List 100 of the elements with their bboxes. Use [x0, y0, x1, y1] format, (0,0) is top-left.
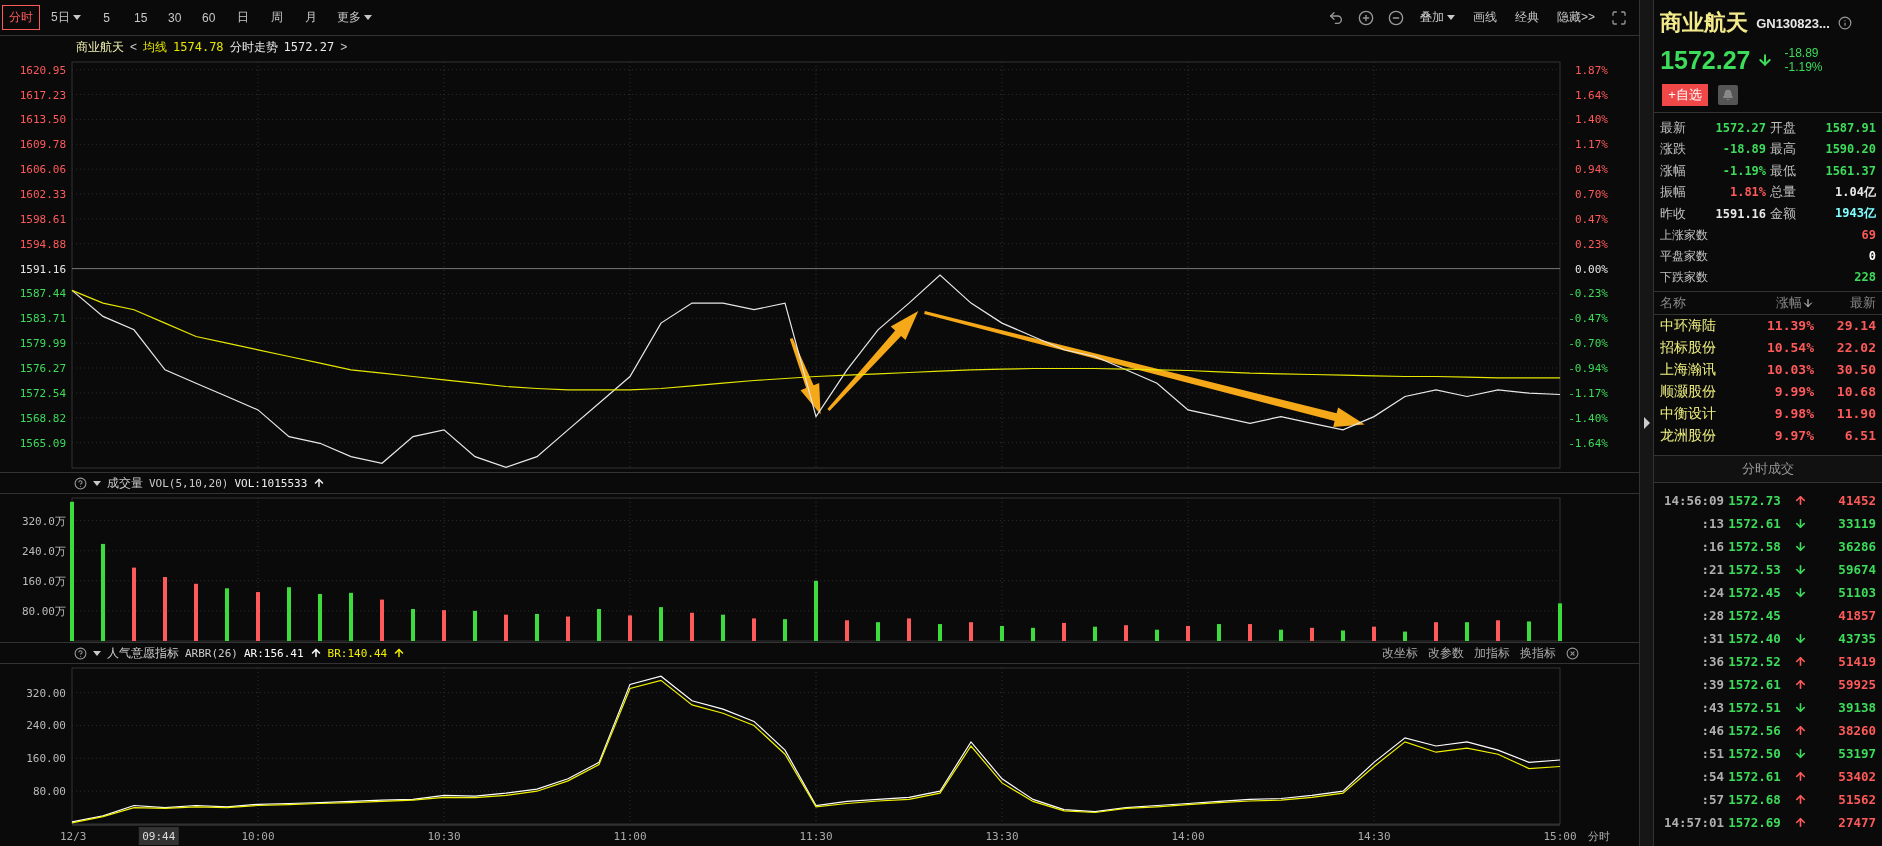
axis-label: 0.23% [1574, 237, 1608, 251]
help-icon[interactable] [74, 646, 87, 660]
indicator-reading: VOL:1015533 [234, 476, 308, 490]
trade-volume: 51419 [1837, 653, 1876, 669]
volume-bar [783, 619, 787, 641]
volume-bar [1496, 620, 1500, 641]
axis-label: -1.40% [1568, 411, 1608, 425]
stock-name[interactable]: 中环海陆 [1660, 316, 1752, 335]
trade-time: :57 [1700, 791, 1725, 807]
volume-bar [1186, 625, 1190, 641]
axis-label: 1591.16 [19, 262, 66, 276]
stock-name[interactable]: 招标股份 [1660, 338, 1752, 357]
column-header[interactable]: 名称 [1660, 293, 1752, 312]
trade-volume: 51562 [1837, 791, 1876, 807]
alert-button[interactable] [1717, 85, 1738, 105]
indicator-params: VOL(5,10,20) [149, 476, 229, 490]
help-icon[interactable] [74, 476, 87, 490]
period-tab[interactable]: 30 [159, 6, 190, 29]
stock-name[interactable]: 龙洲股份 [1660, 426, 1752, 445]
stat-label: 昨收 [1660, 204, 1688, 223]
period-tab[interactable]: 日 [227, 5, 258, 30]
volume-bar [1217, 624, 1221, 641]
trade-volume: 59674 [1837, 561, 1876, 577]
toolbar-button[interactable]: 隐藏>> [1555, 7, 1598, 28]
trade-volume: 36286 [1837, 538, 1876, 554]
count-label: 下跌家数 [1660, 268, 1710, 286]
caret-icon [1447, 15, 1456, 20]
time-label: 13:30 [985, 830, 1019, 843]
axis-label: 1606.06 [19, 163, 66, 177]
stock-name[interactable]: 上海瀚讯 [1660, 360, 1752, 379]
volume-bar [504, 614, 508, 641]
trade-volume: 59925 [1837, 676, 1876, 692]
chart-title: 商业航天 [76, 38, 124, 56]
zoom-out-icon[interactable] [1388, 9, 1405, 26]
toolbar-button[interactable]: 叠加 [1418, 7, 1458, 28]
toolbar-button[interactable]: 经典 [1513, 7, 1542, 28]
add-watchlist-button[interactable]: +自选 [1662, 84, 1708, 106]
volume-bar [287, 587, 291, 641]
volume-bar [628, 615, 632, 641]
period-tab[interactable]: 5日 [44, 5, 88, 30]
volume-bar [1279, 629, 1283, 641]
indicator-action[interactable]: 改参数 [1428, 644, 1465, 662]
period-tab[interactable]: 5 [91, 6, 122, 29]
prev-link[interactable]: < [130, 40, 137, 54]
period-tab[interactable]: 月 [295, 5, 326, 30]
stat-value: 1943亿 [1834, 205, 1876, 223]
trade-volume: 53402 [1837, 768, 1876, 784]
cursor-time-label: 09:44 [138, 827, 179, 845]
trade-price: 1572.58 [1728, 538, 1782, 554]
price-change: -18.89 [1784, 46, 1820, 60]
stat-label: 振幅 [1660, 183, 1688, 202]
legend-label: 均线 [143, 38, 167, 56]
indicator-action[interactable]: 换指标 [1520, 644, 1557, 662]
axis-label: 0.94% [1574, 163, 1608, 177]
undo-icon[interactable] [1328, 9, 1345, 26]
period-tab[interactable]: 15 [125, 6, 156, 29]
stat-label: 开盘 [1770, 118, 1798, 137]
caret-icon [93, 650, 101, 656]
table-cell-text: 9.99% [1773, 384, 1814, 399]
info-icon[interactable] [1837, 16, 1852, 30]
table-cell-text: 11.39% [1766, 318, 1814, 333]
axis-unit: 分时 [1588, 830, 1610, 842]
stock-name[interactable]: 中衡设计 [1660, 404, 1752, 423]
volume-bar [1310, 627, 1314, 641]
zoom-in-icon[interactable] [1358, 9, 1375, 26]
indicator-action[interactable]: 加指标 [1474, 644, 1511, 662]
volume-bar [1558, 603, 1562, 641]
column-header[interactable]: 涨幅 [1752, 293, 1814, 312]
stat-label: 最高 [1770, 140, 1798, 159]
collapse-icon[interactable] [1643, 417, 1650, 429]
caret-icon [93, 480, 101, 486]
fullscreen-icon[interactable] [1611, 9, 1628, 26]
volume-bar [690, 612, 694, 641]
caret-icon [363, 15, 372, 20]
axis-label: -0.94% [1568, 362, 1608, 376]
trade-time: 14:56:09 [1662, 492, 1725, 508]
trade-time: :39 [1700, 676, 1725, 692]
count-value: 0 [1867, 249, 1876, 263]
column-header[interactable]: 最新 [1814, 293, 1876, 312]
next-link[interactable]: > [340, 40, 348, 54]
axis-label: 0.00% [1574, 262, 1608, 276]
sector-code: GN130823... [1756, 15, 1830, 31]
caret-icon [72, 15, 81, 20]
trade-volume: 53197 [1837, 745, 1876, 761]
indicator-reading: BR:140.44 [327, 646, 388, 660]
trade-time: 14:57:01 [1662, 814, 1725, 830]
toolbar-button[interactable]: 画线 [1471, 7, 1500, 28]
period-tab[interactable]: 更多 [329, 5, 379, 30]
sort-icon [1802, 296, 1814, 309]
volume-bar [194, 583, 198, 641]
close-icon[interactable] [1566, 646, 1580, 660]
period-tab[interactable]: 60 [193, 6, 224, 29]
time-label: 10:00 [241, 830, 275, 843]
volume-bar [814, 580, 818, 641]
stock-name[interactable]: 顺灏股份 [1660, 382, 1752, 401]
trade-price: 1572.53 [1728, 561, 1782, 577]
volume-bar [1093, 626, 1097, 641]
period-tab[interactable]: 周 [261, 5, 292, 30]
indicator-action[interactable]: 改坐标 [1382, 644, 1419, 662]
period-tab[interactable]: 分时 [2, 5, 40, 30]
